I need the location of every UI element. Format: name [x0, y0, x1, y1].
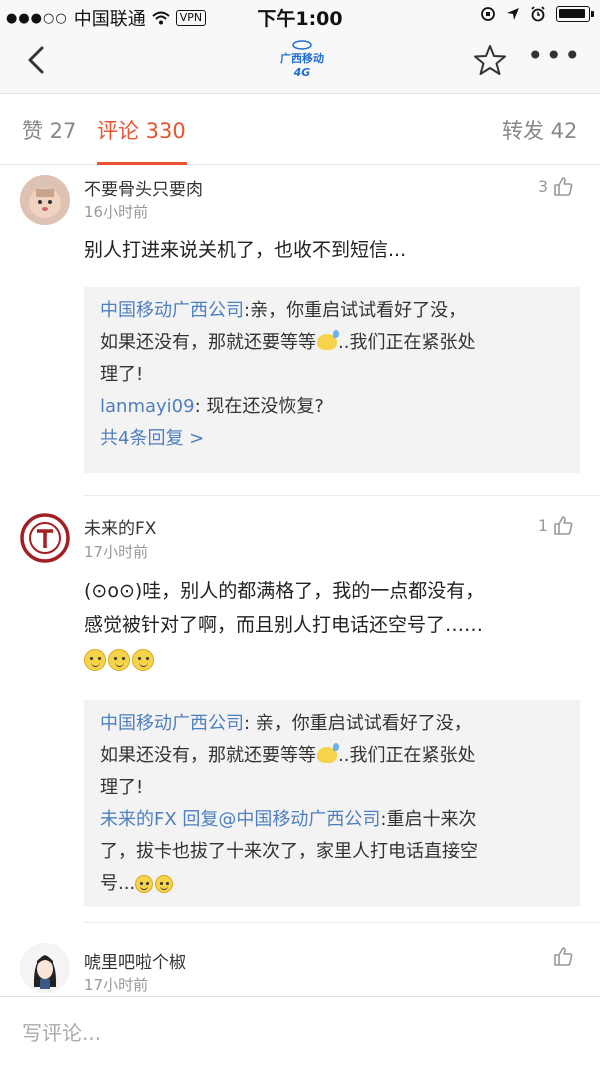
- tab-reposts[interactable]: 转发 42: [502, 115, 577, 145]
- divider: [84, 922, 600, 923]
- thumbs-up-icon: [554, 516, 573, 535]
- navigation-bar: 广西移动 4G •••: [0, 30, 600, 94]
- china-mobile-emblem-icon: [292, 40, 312, 50]
- like-button[interactable]: 3: [538, 175, 574, 197]
- reply-text: 如果还没有，那就还要等等: [100, 745, 316, 766]
- reply-text: ..我们正在紧张处: [338, 745, 476, 766]
- reply-box[interactable]: 中国移动广西公司: 亲，你重启试试看好了没， 如果还没有，那就还要等等 ..我们正…: [84, 700, 580, 907]
- reply-text: 了，拔卡也拔了十来次了，家里人打电话直接空: [100, 841, 478, 862]
- comment-text: (⊙o⊙)哇，别人的都满格了，我的一点都没有，: [84, 580, 485, 602]
- sweat-emoji-icon: [317, 743, 339, 763]
- reply-text: 理了!: [100, 364, 144, 385]
- reply-text: : 亲，你重启试试看好了没，: [244, 713, 472, 734]
- comment-compose-bar: 写评论...: [0, 996, 600, 1066]
- cartoon-face-avatar-icon: [20, 175, 70, 225]
- reply-text: 如果还没有，那就还要等等: [100, 332, 316, 353]
- comment-username[interactable]: 唬里吧啦个椒: [84, 948, 186, 973]
- comment-text: 别人打进来说关机了，也收不到短信...: [84, 239, 407, 261]
- location-icon: [507, 8, 519, 20]
- back-arrow-icon[interactable]: [18, 40, 58, 80]
- reply-text: 号...: [100, 873, 136, 894]
- comment-timestamp: 17小时前: [84, 976, 149, 994]
- more-options-icon[interactable]: •••: [527, 42, 581, 74]
- comment-username[interactable]: 未来的FX: [84, 514, 156, 539]
- reply-author[interactable]: 中国移动广西公司: [100, 713, 244, 734]
- comment-timestamp: 16小时前: [84, 203, 149, 221]
- reply-box[interactable]: 中国移动广西公司:亲，你重启试试看好了没， 如果还没有，那就还要等等 ..我们正在…: [84, 287, 580, 473]
- reply-author[interactable]: 未来的FX 回复@中国移动广西公司: [100, 809, 380, 830]
- divider: [84, 495, 600, 496]
- smile-emoji-icon: [108, 649, 130, 671]
- comment-text: 感觉被针对了啊，而且别人打电话还空号了……: [84, 614, 484, 636]
- comment-username[interactable]: 不要骨头只要肉: [84, 175, 203, 200]
- reply-author[interactable]: lanmayi09: [100, 396, 195, 417]
- status-bar: ●●●○○ 中国联通 VPN 下午1:00: [0, 0, 600, 30]
- like-button[interactable]: [552, 945, 574, 967]
- avatar[interactable]: [20, 943, 70, 993]
- smile-emoji-icon: [135, 875, 154, 893]
- tab-comments[interactable]: 评论 330: [97, 115, 186, 145]
- emoji-row: [84, 644, 584, 678]
- comment-input[interactable]: 写评论...: [22, 1017, 101, 1046]
- t-logo-avatar-icon: [20, 513, 70, 563]
- active-tab-indicator: [97, 162, 187, 165]
- alarm-icon: [531, 6, 545, 22]
- anime-girl-avatar-icon: [20, 943, 70, 993]
- logo-text: 广西移动: [280, 52, 324, 65]
- logo-4g-text: 4G: [293, 66, 311, 79]
- reply-text: : 现在还没恢复?: [194, 396, 324, 417]
- tab-bar: 赞 27 评论 330 转发 42: [0, 95, 600, 165]
- reply-text: 理了!: [100, 777, 144, 798]
- like-count: 1: [537, 515, 548, 535]
- avatar[interactable]: [20, 175, 70, 225]
- battery-icon: [556, 6, 594, 22]
- comment-timestamp: 17小时前: [84, 543, 149, 561]
- view-all-replies-link[interactable]: 共4条回复 >: [100, 423, 564, 455]
- reply-text: :亲，你重启试试看好了没，: [244, 300, 467, 321]
- smile-emoji-icon: [84, 649, 106, 671]
- thumbs-up-icon: [554, 177, 573, 196]
- like-button[interactable]: 1: [538, 514, 574, 536]
- reply-text: :重启十来次: [380, 809, 477, 830]
- china-mobile-logo: 广西移动 4G: [272, 36, 332, 88]
- avatar[interactable]: [20, 513, 70, 563]
- sweat-emoji-icon: [317, 330, 339, 350]
- reply-text: ..我们正在紧张处: [338, 332, 476, 353]
- like-count: 3: [537, 176, 548, 196]
- rotation-lock-icon: [481, 7, 495, 21]
- favorite-star-icon[interactable]: [472, 42, 508, 78]
- smile-emoji-icon: [155, 875, 174, 893]
- thumbs-up-icon: [554, 947, 573, 966]
- tab-likes[interactable]: 赞 27: [22, 115, 76, 145]
- reply-author[interactable]: 中国移动广西公司: [100, 300, 244, 321]
- smile-emoji-icon: [132, 649, 154, 671]
